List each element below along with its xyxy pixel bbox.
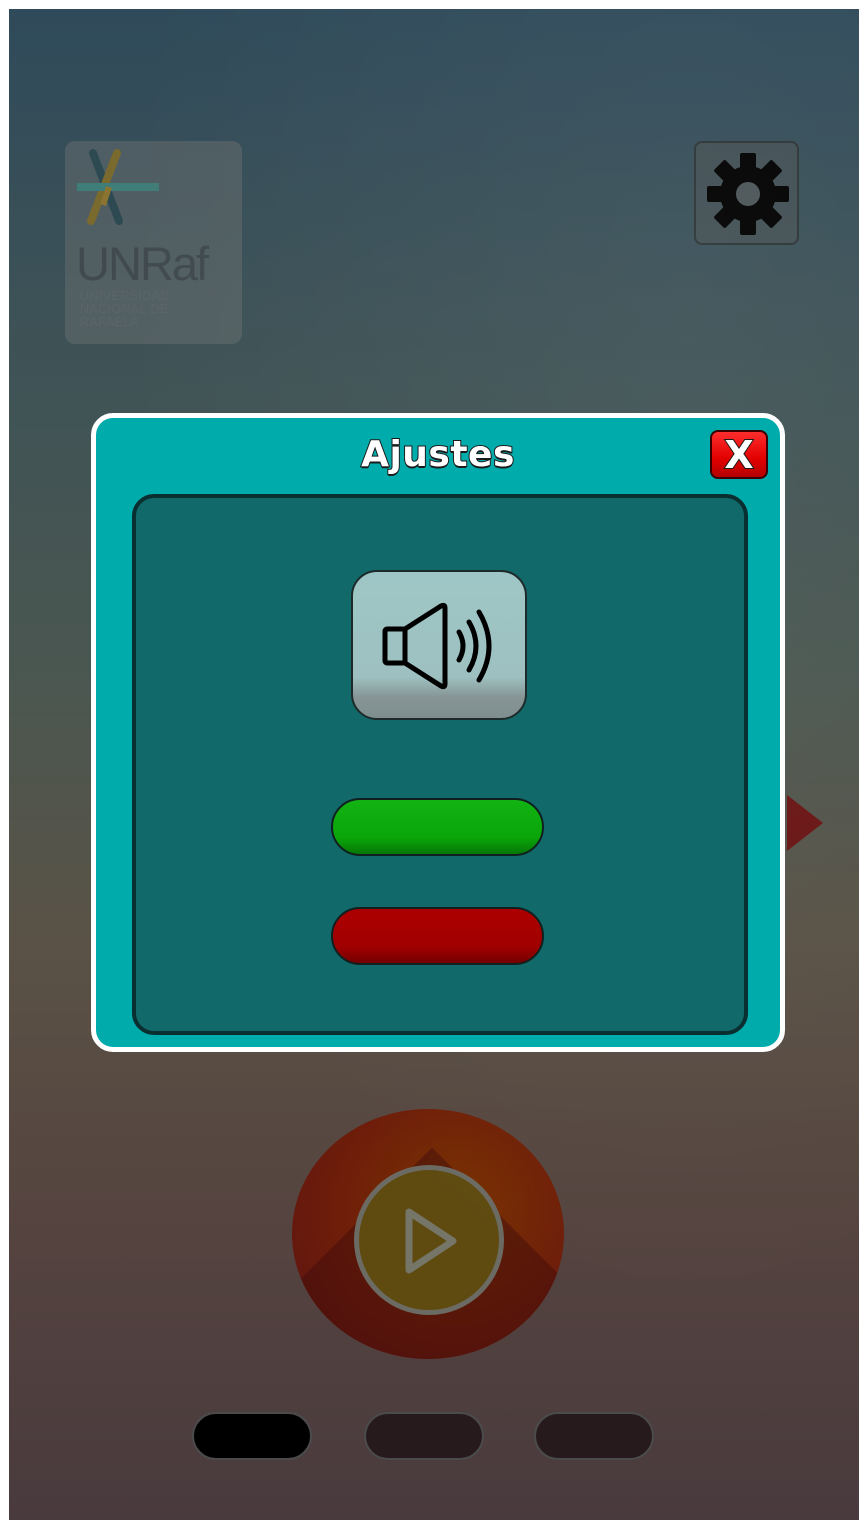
settings-panel xyxy=(132,494,748,1035)
page-indicator-2[interactable] xyxy=(364,1412,484,1460)
settings-modal: Ajustes X xyxy=(91,413,785,1052)
play-button[interactable] xyxy=(354,1165,504,1315)
logo-subtitle: UNIVERSIDAD NACIONAL DE RAFAELA xyxy=(80,289,170,329)
modal-title: Ajustes xyxy=(360,433,515,476)
close-button[interactable]: X xyxy=(710,430,768,479)
next-arrow-icon[interactable] xyxy=(787,795,823,851)
speaker-icon xyxy=(382,602,492,690)
sound-toggle-button[interactable] xyxy=(351,570,527,720)
gear-icon xyxy=(707,153,789,235)
play-icon xyxy=(405,1208,457,1274)
page-indicator-3[interactable] xyxy=(534,1412,654,1460)
close-icon: X xyxy=(723,432,754,477)
sound-off-button[interactable] xyxy=(331,907,544,965)
logo-title: UNRaf xyxy=(76,237,209,290)
page-indicator-1[interactable] xyxy=(192,1412,312,1460)
unraf-logo-icon xyxy=(77,149,159,225)
settings-button[interactable] xyxy=(694,141,799,245)
unraf-logo: UNRaf UNIVERSIDAD NACIONAL DE RAFAELA xyxy=(65,141,242,344)
sound-on-button[interactable] xyxy=(331,798,544,856)
